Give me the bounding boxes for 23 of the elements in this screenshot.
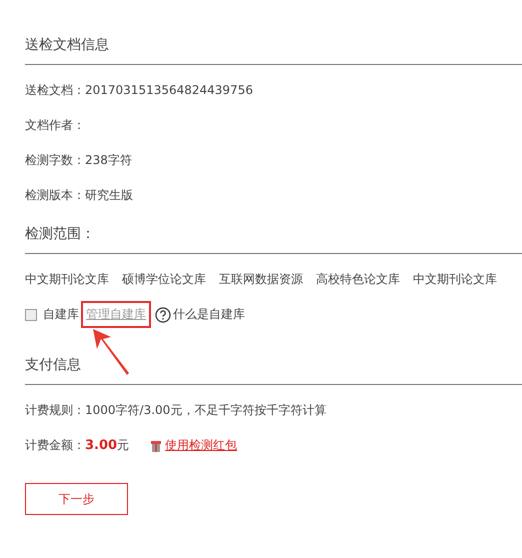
library-label: 互联网数据资源 bbox=[219, 271, 303, 288]
coupon-link[interactable]: 使用检测红包 bbox=[165, 437, 238, 454]
checkbox-label: 自建库 bbox=[43, 306, 79, 323]
amount-text: 计费金额：3.00元 bbox=[25, 437, 130, 454]
gift-icon bbox=[151, 439, 162, 452]
library-label: 高校特色论文库 bbox=[316, 271, 400, 288]
field-text: 检测字数：238字符 bbox=[25, 152, 132, 169]
arrow-icon bbox=[91, 327, 131, 377]
section-title: 检测范围： bbox=[25, 225, 522, 254]
manage-library-link[interactable]: 管理自建库 bbox=[83, 303, 149, 326]
section-title: 支付信息 bbox=[25, 356, 522, 385]
field-text: 送检文档：2017031513564824439756 bbox=[25, 82, 253, 99]
next-button[interactable]: 下一步 bbox=[25, 483, 128, 515]
field-text: 检测版本：研究生版 bbox=[25, 187, 133, 204]
field-text: 文档作者： bbox=[25, 117, 85, 134]
section-title: 送检文档信息 bbox=[25, 36, 522, 65]
help-icon bbox=[155, 306, 171, 322]
checkbox[interactable] bbox=[25, 308, 37, 320]
billing-rule-text: 计费规则：1000字符/3.00元，不足千字符按千字符计算 bbox=[25, 402, 326, 419]
help-link[interactable]: 什么是自建库 bbox=[173, 306, 245, 323]
library-label: 硕博学位论文库 bbox=[122, 271, 206, 288]
library-label: 中文期刊论文库 bbox=[25, 271, 109, 288]
library-label: 中文期刊论文库 bbox=[413, 271, 497, 288]
